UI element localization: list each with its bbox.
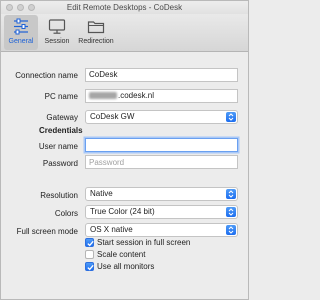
chevron-updown-icon <box>228 208 234 216</box>
gateway-label: Gateway <box>46 113 78 122</box>
password-label: Password <box>42 159 78 168</box>
use-all-monitors-checkbox[interactable]: Use all monitors <box>85 262 154 272</box>
checkmark-icon <box>87 264 94 271</box>
connection-name-label: Connection name <box>15 71 78 80</box>
resolution-value: Native <box>90 189 113 198</box>
scale-content-checkbox[interactable]: Scale content <box>85 250 145 260</box>
gateway-value: CoDesk GW <box>90 112 135 121</box>
tab-redirection[interactable]: Redirection <box>76 15 116 50</box>
toolbar: General Session Redirection <box>1 14 248 52</box>
scale-content-label: Scale content <box>97 250 146 259</box>
gateway-stepper <box>226 112 236 122</box>
chevron-updown-icon <box>228 113 234 121</box>
app-window: Edit Remote Desktops - CoDesk General Se… <box>0 0 249 300</box>
redacted-hostname <box>89 92 117 99</box>
credentials-heading: Credentials <box>39 126 83 135</box>
full-screen-mode-stepper <box>226 225 236 235</box>
tab-redirection-label: Redirection <box>78 38 114 45</box>
sliders-icon <box>14 18 28 35</box>
title-bar: Edit Remote Desktops - CoDesk <box>1 1 248 14</box>
tab-general[interactable]: General <box>4 15 38 50</box>
use-all-monitors-label: Use all monitors <box>97 262 155 271</box>
full-screen-mode-value: OS X native <box>90 225 133 234</box>
window-title: Edit Remote Desktops - CoDesk <box>66 3 183 12</box>
tab-session[interactable]: Session <box>41 15 73 50</box>
gateway-select[interactable]: CoDesk GW <box>85 110 238 124</box>
start-session-full-screen-label: Start session in full screen <box>97 238 191 247</box>
resolution-stepper <box>226 189 236 199</box>
start-session-full-screen-checkbox[interactable]: Start session in full screen <box>85 238 190 248</box>
checkbox-checked[interactable] <box>85 238 94 247</box>
colors-select[interactable]: True Color (24 bit) <box>85 205 238 219</box>
colors-stepper <box>226 207 236 217</box>
resolution-label: Resolution <box>40 191 78 200</box>
monitor-icon <box>48 19 66 34</box>
tab-general-label: General <box>8 38 34 45</box>
full-screen-mode-label: Full screen mode <box>16 227 78 236</box>
pc-name-input[interactable]: .codesk.nl <box>85 89 238 103</box>
pc-name-label: PC name <box>44 92 78 101</box>
checkmark-icon <box>87 240 94 247</box>
resolution-select[interactable]: Native <box>85 187 238 201</box>
chevron-updown-icon <box>228 190 234 198</box>
pc-name-domain: .codesk.nl <box>118 91 155 100</box>
colors-label: Colors <box>54 209 78 218</box>
checkbox-unchecked[interactable] <box>85 250 94 259</box>
chevron-updown-icon <box>228 226 234 234</box>
folder-icon <box>87 21 105 34</box>
full-screen-mode-select[interactable]: OS X native <box>85 223 238 237</box>
user-name-label: User name <box>38 142 78 151</box>
tab-session-label: Session <box>44 38 70 45</box>
user-name-input[interactable] <box>85 138 238 152</box>
password-input[interactable] <box>85 155 238 169</box>
general-settings-panel: Connection name CoDesk PC name .codesk.n… <box>1 53 248 299</box>
connection-name-input[interactable]: CoDesk <box>85 68 238 82</box>
colors-value: True Color (24 bit) <box>90 207 155 216</box>
checkbox-checked[interactable] <box>85 262 94 271</box>
